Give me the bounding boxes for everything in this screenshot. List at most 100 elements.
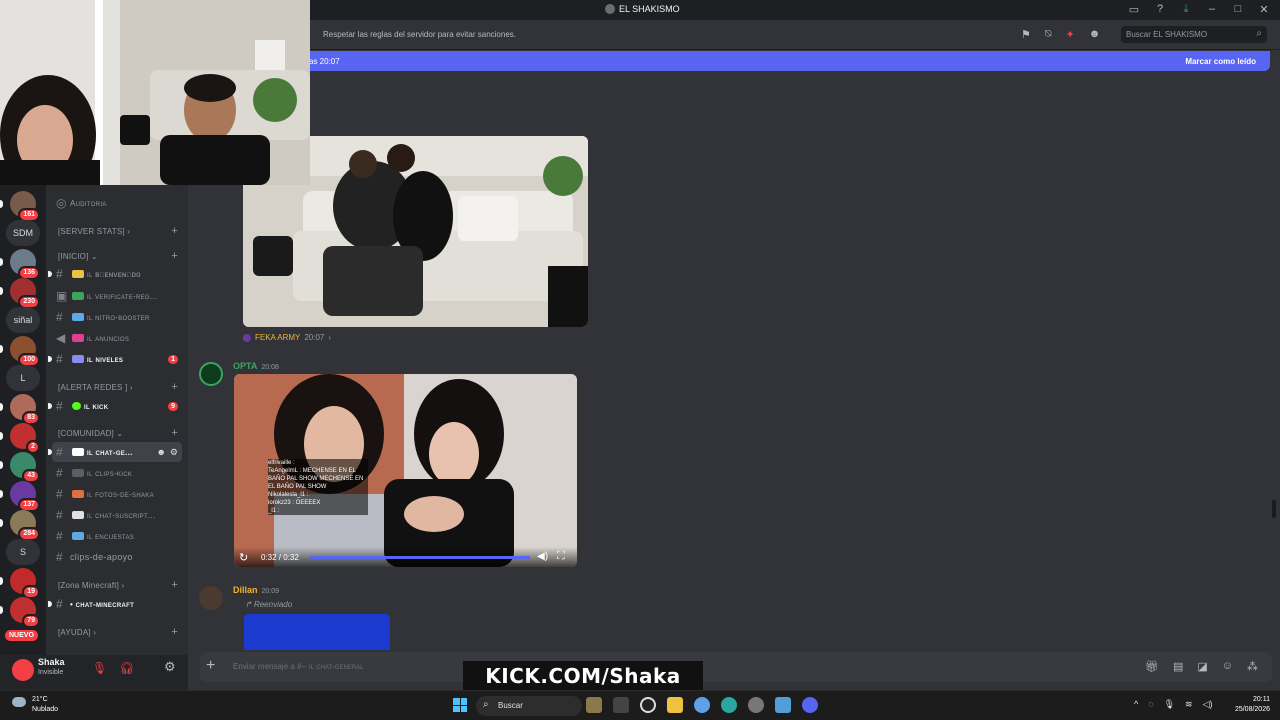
new-messages-bar[interactable]: as 20:07 Marcar como leído [304, 51, 1270, 71]
gift-icon[interactable]: 🎁︎ [1145, 660, 1159, 673]
add-channel-icon[interactable]: + [171, 381, 178, 393]
scrollbar[interactable] [1272, 500, 1276, 518]
forward-source[interactable]: FEKA ARMY 20:07 › [243, 333, 331, 342]
network-icon[interactable]: ◌ [1148, 699, 1153, 710]
server-icon[interactable]: 230 [0, 278, 40, 309]
mute-mic-icon[interactable]: 🎙︎ [92, 661, 107, 675]
chevron-up-icon[interactable]: ^ [1134, 699, 1138, 710]
app-icon-discord[interactable] [802, 697, 818, 713]
server-icon[interactable]: 136 [0, 249, 40, 280]
category-zona-minecraft[interactable]: [Zona Minecraft] › + [58, 577, 180, 593]
inbox-icon[interactable]: ▭ [1128, 3, 1140, 16]
user-name[interactable]: Shaka [38, 657, 65, 667]
app-icon-terminal[interactable] [613, 697, 629, 713]
app-icon-photos[interactable] [586, 697, 602, 713]
gif-icon[interactable]: ▤ [1173, 660, 1183, 673]
category-ayuda[interactable]: [AYUDA] › + [58, 624, 180, 640]
channel-anuncios[interactable]: ◀ ıl anuncios [52, 328, 182, 348]
server-icon[interactable]: 79 [0, 597, 40, 628]
settings-gear-icon[interactable]: ⚙ [170, 447, 178, 458]
volume-icon[interactable]: ◀) [537, 551, 548, 562]
server-icon[interactable]: 83 [0, 394, 40, 425]
channel-niveles[interactable]: # ıl niveles 1 [48, 349, 182, 369]
channel-clips-kick[interactable]: # ıl clips-kick [52, 463, 182, 483]
forwarded-media-preview[interactable] [244, 614, 390, 650]
add-channel-icon[interactable]: + [171, 427, 178, 439]
message-composer[interactable]: + Enviar mensaje a #-- ıl chat-general 🎁… [200, 652, 1272, 682]
channel-auditoria[interactable]: ◎ Auditoria [52, 193, 182, 213]
wifi-icon[interactable]: ≋ [1185, 699, 1193, 710]
apps-icon[interactable]: ⁂ [1247, 660, 1258, 673]
server-icon[interactable]: 161 [0, 191, 40, 222]
help-icon[interactable]: ? [1154, 3, 1166, 16]
chat-overlay-line: TeAngelmL : MECHENSE EN EL BAÑO PAL SHOW… [268, 467, 368, 491]
speaker-icon[interactable]: ◁) [1203, 699, 1213, 710]
channel-chat-minecraft[interactable]: # • chat-minecraft [48, 594, 182, 614]
channel-kick[interactable]: # ıl kick 9 [48, 396, 182, 416]
server-icon[interactable]: 100 [0, 336, 40, 367]
channel-clips-de-apoyo[interactable]: # clips-de-apoyo [52, 547, 182, 567]
search-input[interactable]: Buscar EL SHAKISMO ⌕ [1121, 26, 1267, 43]
channel-verificate[interactable]: ▣ ıl verificate-reg... [52, 286, 182, 306]
user-settings-icon[interactable]: ⚙ [164, 659, 176, 675]
replay-icon[interactable]: ↻ [239, 551, 248, 564]
channel-chat-suscriptores[interactable]: # ıl chat-suscript... [52, 505, 182, 525]
server-icon[interactable]: 19 [0, 568, 40, 599]
threads-icon[interactable]: ⚑ [1021, 28, 1031, 41]
taskbar-search[interactable]: ⌕ Buscar [476, 696, 582, 716]
video-progress-track[interactable] [310, 556, 530, 559]
server-icon[interactable]: 284 [0, 510, 40, 541]
new-server-badge[interactable]: NUEVO [5, 630, 38, 641]
close-button[interactable]: ✕ [1258, 3, 1270, 16]
app-icon-explorer[interactable] [667, 697, 683, 713]
server-icon[interactable]: 137 [0, 481, 40, 512]
channel-chat-general[interactable]: # ıl chat-ge... ☻ ⚙ [48, 442, 182, 462]
mark-as-read-button[interactable]: Marcar como leído [1185, 57, 1256, 66]
members-icon[interactable]: ☻ [1089, 28, 1101, 41]
add-channel-icon[interactable]: + [171, 250, 178, 262]
microphone-icon[interactable]: 🎙︎ [1164, 699, 1175, 710]
channel-fotos-de-shaka[interactable]: # ıl fotos-de-shaka [52, 484, 182, 504]
app-icon-edge[interactable] [721, 697, 737, 713]
fullscreen-icon[interactable]: ⛶ [557, 550, 565, 563]
channel-bienvenido[interactable]: # ıl ʙɪᴇɴᴠᴇɴɪᴅᴏ [48, 264, 182, 284]
notifications-icon[interactable]: ⍉ [1045, 28, 1052, 41]
server-icon[interactable]: L [6, 365, 40, 391]
app-icon-copilot[interactable] [694, 697, 710, 713]
maximize-button[interactable]: □ [1232, 3, 1244, 16]
server-icon[interactable]: 43 [0, 452, 40, 483]
watermark-text: KICK.COM/Shaka [485, 664, 681, 688]
add-channel-icon[interactable]: + [171, 579, 178, 591]
server-icon[interactable]: SDM [6, 220, 40, 246]
user-avatar[interactable] [12, 659, 34, 681]
server-icon[interactable]: 2 [0, 423, 40, 454]
server-icon[interactable]: siñal [6, 307, 40, 333]
deafen-icon[interactable]: 🎧︎ [119, 661, 134, 675]
category-inicio[interactable]: [INICIO] ⌄ + [58, 248, 180, 264]
pin-icon[interactable]: ✦ [1065, 28, 1074, 41]
app-icon-settings[interactable] [748, 697, 764, 713]
taskbar-clock[interactable]: 20:11 25/08/2026 [1235, 695, 1270, 715]
video-player[interactable]: elfrivaille : TeAngelmL : MECHENSE EN EL… [234, 374, 577, 567]
server-icon[interactable]: S [6, 539, 40, 565]
avatar[interactable] [199, 586, 223, 610]
invite-icon[interactable]: ☻ [157, 447, 166, 457]
message-author[interactable]: OPTA 20:08 [233, 361, 279, 371]
avatar[interactable] [199, 362, 223, 386]
minimize-button[interactable]: – [1206, 3, 1218, 16]
category-alerta-redes[interactable]: [ALERTA REDES ] › + [58, 379, 180, 395]
emoji-icon[interactable]: ☺ [1222, 660, 1233, 673]
download-icon[interactable]: ⤓ [1180, 3, 1192, 16]
add-channel-icon[interactable]: + [171, 225, 178, 237]
channel-encuestas[interactable]: # ıl encuestas [52, 526, 182, 546]
attach-plus-icon[interactable]: + [206, 657, 215, 675]
app-icon-obs[interactable] [640, 697, 656, 713]
sticker-icon[interactable]: ◪ [1197, 660, 1207, 673]
channel-nitro-booster[interactable]: # ıl nitro-booster [52, 307, 182, 327]
category-server-stats[interactable]: [SERVER STATS] › + [58, 223, 180, 239]
start-button[interactable] [453, 698, 467, 712]
message-author[interactable]: Dillan 20:09 [233, 585, 279, 595]
category-comunidad[interactable]: [COMUNIDAD] ⌄ + [58, 425, 180, 441]
app-icon-notepad[interactable] [775, 697, 791, 713]
add-channel-icon[interactable]: + [171, 626, 178, 638]
